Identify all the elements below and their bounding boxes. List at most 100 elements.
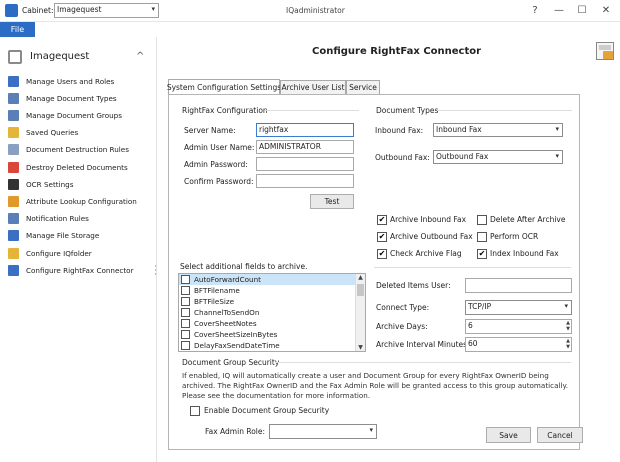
document-groups-icon <box>8 109 19 121</box>
admin-password-input[interactable] <box>256 157 354 171</box>
archive-interval-input[interactable]: 60 ▲ ▼ <box>465 337 572 352</box>
tab-system-configuration[interactable]: System Configuration Settings <box>167 79 281 94</box>
sidebar-item-configure-rightfax-connector[interactable]: Configure RightFax Connector <box>8 263 134 277</box>
field-label: BFTFilename <box>194 286 240 295</box>
file-menu[interactable]: File <box>0 22 35 37</box>
field-checkbox[interactable] <box>181 275 190 284</box>
fields-scrollbar[interactable]: ▲ ▼ <box>355 274 365 351</box>
sidebar-item-document-destruction-rules[interactable]: Document Destruction Rules <box>8 143 129 157</box>
scroll-up-icon[interactable]: ▲ <box>356 274 365 281</box>
field-list-item[interactable]: CoverSheetNotes <box>179 318 365 329</box>
connect-type-select[interactable]: TCP/IP ▾ <box>465 300 572 315</box>
checkbox-check-archive-flag[interactable]: ✔ <box>377 249 387 259</box>
field-checkbox[interactable] <box>181 319 190 328</box>
admin-user-input[interactable]: ADMINISTRATOR <box>256 140 354 154</box>
close-button[interactable]: ✕ <box>599 3 613 17</box>
field-checkbox[interactable] <box>181 308 190 317</box>
field-checkbox[interactable] <box>181 341 190 350</box>
field-list-item[interactable]: DelayFaxSendDateTime <box>179 340 365 351</box>
deleted-items-input[interactable] <box>465 278 572 293</box>
field-checkbox[interactable] <box>181 330 190 339</box>
fields-list[interactable]: AutoForwardCount BFTFilename BFTFileSize Ch… <box>178 273 366 352</box>
page-title: Configure RightFax Connector <box>312 46 482 57</box>
folder-icon <box>8 127 19 139</box>
inbound-fax-select[interactable]: Inbound Fax ▾ <box>433 123 563 137</box>
test-button[interactable]: Test <box>310 194 354 209</box>
checkbox-delete-after-archive[interactable] <box>477 215 487 225</box>
help-button[interactable]: ? <box>528 3 542 17</box>
connect-type-label: Connect Type: <box>376 303 430 312</box>
sidebar-item-manage-document-groups[interactable]: Manage Document Groups <box>8 108 122 122</box>
splitter-grip-icon[interactable]: · · · <box>154 263 157 280</box>
checkbox-index-inbound-fax[interactable]: ✔ <box>477 249 487 259</box>
field-list-item[interactable]: CoverSheetSizeInBytes <box>179 329 365 340</box>
field-label: BFTFileSize <box>194 297 235 306</box>
archive-days-input[interactable]: 6 ▲ ▼ <box>465 319 572 334</box>
cabinet-label: Cabinet: <box>22 6 54 15</box>
field-checkbox[interactable] <box>181 286 190 295</box>
collapse-icon[interactable]: ^ <box>136 51 144 62</box>
connect-type-value: TCP/IP <box>468 302 492 311</box>
outbound-fax-select[interactable]: Outbound Fax ▾ <box>433 150 563 164</box>
admin-password-label: Admin Password: <box>184 160 248 169</box>
field-checkbox[interactable] <box>181 297 190 306</box>
field-label: AutoForwardCount <box>194 275 261 284</box>
cabinet-select[interactable]: Imagequest ▾ <box>54 3 159 18</box>
server-name-label: Server Name: <box>184 126 236 135</box>
security-description: If enabled, IQ will automatically create… <box>182 371 568 400</box>
sidebar-item-notification-rules[interactable]: Notification Rules <box>8 212 89 226</box>
checkbox-archive-outbound-fax[interactable]: ✔ <box>377 232 387 242</box>
sidebar-item-label: Notification Rules <box>26 214 89 224</box>
field-list-item[interactable]: ChannelToSendOn <box>179 307 365 318</box>
archive-interval-label: Archive Interval Minutes: <box>376 340 470 349</box>
sidebar-item-destroy-deleted-documents[interactable]: Destroy Deleted Documents <box>8 160 128 174</box>
enable-security-label: Enable Document Group Security <box>204 406 330 415</box>
field-list-item[interactable]: BFTFilename <box>179 285 365 296</box>
sidebar-item-manage-document-types[interactable]: Manage Document Types <box>8 91 117 105</box>
sidebar-item-attribute-lookup-configuration[interactable]: Attribute Lookup Configuration <box>8 194 137 208</box>
fax-admin-select[interactable]: ▾ <box>269 424 377 439</box>
sidebar-item-configure-iqfolder[interactable]: Configure IQfolder <box>8 246 92 260</box>
field-list-item[interactable]: BFTFileSize <box>179 296 365 307</box>
scroll-thumb[interactable] <box>357 284 364 296</box>
cancel-button[interactable]: Cancel <box>537 427 583 443</box>
save-button[interactable]: Save <box>486 427 531 443</box>
tab-archive-user-list[interactable]: Archive User List <box>280 80 346 94</box>
confirm-password-label: Confirm Password: <box>184 177 254 186</box>
enable-security-checkbox[interactable] <box>190 406 200 416</box>
server-name-input[interactable]: rightfax <box>256 123 354 137</box>
checkbox-label: Check Archive Flag <box>390 249 462 258</box>
stepper-icon[interactable]: ▲ ▼ <box>566 338 570 350</box>
sidebar-item-label: Document Destruction Rules <box>26 145 129 155</box>
document-types-icon <box>8 92 19 104</box>
sidebar-item-label: Manage Document Groups <box>26 110 122 120</box>
app-logo <box>5 4 18 17</box>
iqfolder-icon <box>8 247 19 259</box>
confirm-password-input[interactable] <box>256 174 354 188</box>
checkbox-perform-ocr[interactable] <box>477 232 487 242</box>
maximize-button[interactable]: ☐ <box>575 3 589 17</box>
sidebar-item-ocr-settings[interactable]: OCR Settings <box>8 177 73 191</box>
stepper-icon[interactable]: ▲ ▼ <box>566 320 570 332</box>
chevron-down-icon: ▾ <box>564 302 568 310</box>
sidebar-item-label: Destroy Deleted Documents <box>26 162 128 172</box>
archive-days-value: 6 <box>468 321 473 330</box>
archive-days-label: Archive Days: <box>376 322 428 331</box>
rightfax-logo-icon <box>596 42 614 60</box>
tab-service[interactable]: Service <box>346 80 380 94</box>
scroll-down-icon[interactable]: ▼ <box>356 344 365 351</box>
field-list-item[interactable]: AutoForwardCount <box>179 274 365 285</box>
field-label: DelayFaxSendDateTime <box>194 341 280 350</box>
checkbox-archive-inbound-fax[interactable]: ✔ <box>377 215 387 225</box>
lookup-icon <box>8 195 19 207</box>
sidebar-header: Imagequest <box>30 51 90 62</box>
document-types-title: Document Types <box>376 106 439 115</box>
field-label: ChannelToSendOn <box>194 308 260 317</box>
sidebar-item-label: Manage Document Types <box>26 93 117 103</box>
sidebar-item-manage-users-and-roles[interactable]: Manage Users and Roles <box>8 74 114 88</box>
minimize-button[interactable]: — <box>552 3 566 17</box>
checkbox-label: Archive Inbound Fax <box>390 215 467 224</box>
sidebar-item-manage-file-storage[interactable]: Manage File Storage <box>8 229 99 243</box>
chevron-down-icon: ▾ <box>555 152 559 160</box>
sidebar-item-saved-queries[interactable]: Saved Queries <box>8 126 78 140</box>
